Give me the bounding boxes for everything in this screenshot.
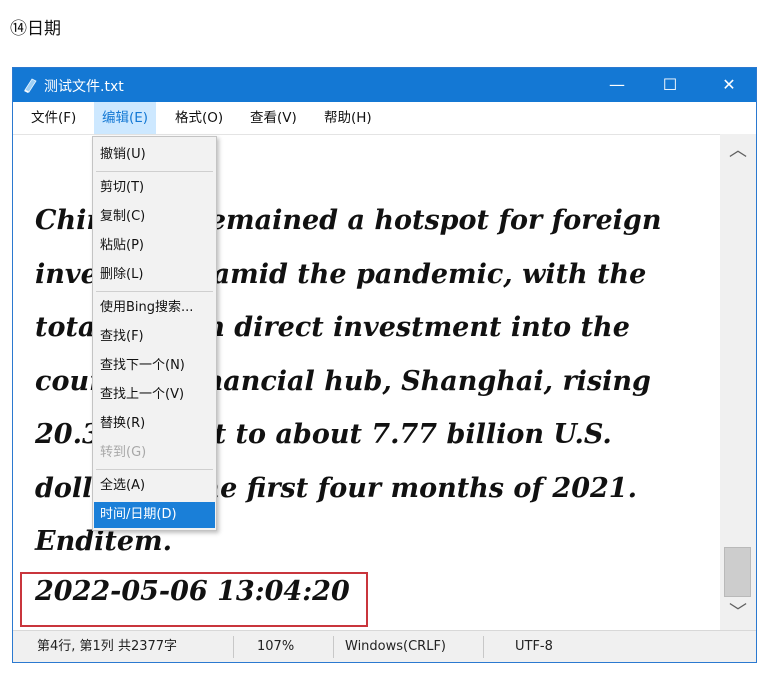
- notepad-icon: [24, 78, 37, 93]
- vertical-scrollbar[interactable]: ︿ ﹀: [720, 134, 756, 630]
- menu-separator: [96, 291, 213, 292]
- status-position: 第4行, 第1列 共2377字: [37, 639, 178, 654]
- menu-item-copy[interactable]: 复制(C): [94, 204, 215, 230]
- menu-item-select-all[interactable]: 全选(A): [94, 473, 215, 499]
- menu-item-paste[interactable]: 粘贴(P): [94, 233, 215, 259]
- minimize-button[interactable]: —: [594, 68, 640, 102]
- scroll-down-icon[interactable]: ﹀: [720, 598, 756, 628]
- scrollbar-thumb[interactable]: [724, 547, 751, 597]
- status-divider: [483, 636, 484, 658]
- status-divider: [233, 636, 234, 658]
- scroll-up-icon[interactable]: ︿: [720, 136, 756, 166]
- menu-item-undo[interactable]: 撤销(U): [94, 142, 215, 168]
- menu-item-cut[interactable]: 剪切(T): [94, 175, 215, 201]
- close-button[interactable]: ✕: [706, 68, 752, 102]
- window-title: 测试文件.txt: [44, 79, 124, 95]
- maximize-button[interactable]: ☐: [647, 68, 693, 102]
- menu-item-goto: 转到(G): [100, 445, 147, 460]
- menu-item-find[interactable]: 查找(F): [94, 324, 215, 350]
- datetime-highlight-box: [20, 572, 368, 627]
- status-bar: 第4行, 第1列 共2377字 107% Windows(CRLF) UTF-8: [13, 630, 756, 662]
- menu-item-delete[interactable]: 删除(L): [94, 262, 215, 288]
- status-line-ending: Windows(CRLF): [345, 639, 447, 654]
- edit-menu-dropdown: 撤销(U) 剪切(T) 复制(C) 粘贴(P) 删除(L) 使用Bing搜索..…: [92, 136, 217, 531]
- menu-format[interactable]: 格式(O): [167, 102, 231, 134]
- menu-separator: [96, 469, 213, 470]
- menu-item-time-date[interactable]: 时间/日期(D): [94, 502, 215, 528]
- menu-item-find-next[interactable]: 查找下一个(N): [94, 353, 215, 379]
- menu-item-replace[interactable]: 替换(R): [94, 411, 215, 437]
- status-encoding: UTF-8: [515, 639, 553, 654]
- menu-item-bing-search[interactable]: 使用Bing搜索...: [94, 295, 215, 321]
- menu-bar: 文件(F) 编辑(E) 格式(O) 查看(V) 帮助(H): [13, 102, 756, 135]
- menu-file[interactable]: 文件(F): [23, 102, 84, 134]
- title-bar[interactable]: 测试文件.txt — ☐ ✕: [13, 68, 756, 102]
- menu-view[interactable]: 查看(V): [242, 102, 305, 134]
- menu-separator: [96, 171, 213, 172]
- status-zoom: 107%: [257, 639, 295, 654]
- menu-edit[interactable]: 编辑(E): [94, 102, 157, 134]
- menu-help[interactable]: 帮助(H): [316, 102, 380, 134]
- menu-item-find-prev[interactable]: 查找上一个(V): [94, 382, 215, 408]
- step-caption: ⑭日期: [10, 19, 61, 39]
